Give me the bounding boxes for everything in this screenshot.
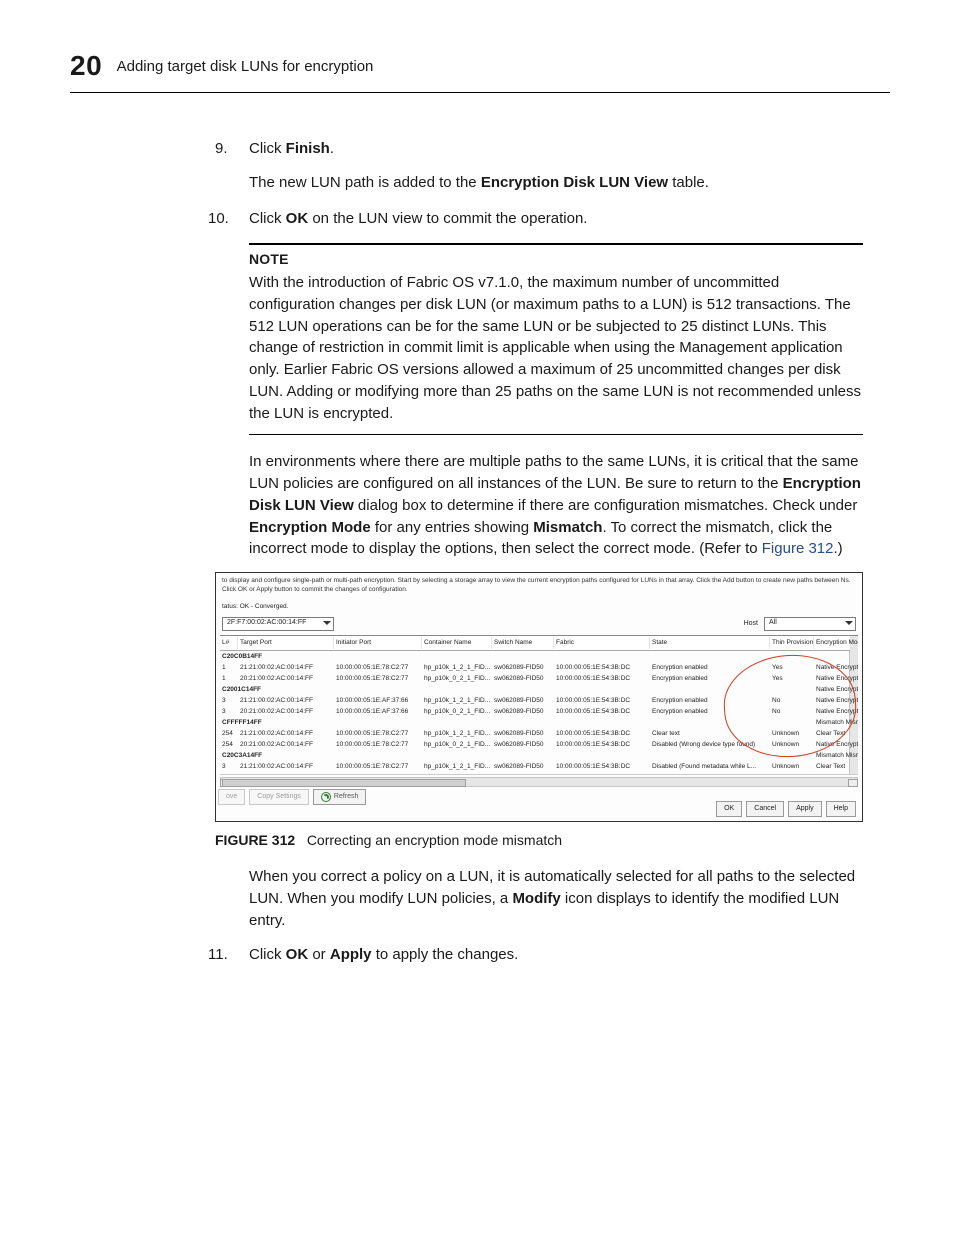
refresh-icon	[321, 792, 331, 802]
scroll-right-icon[interactable]	[848, 779, 858, 787]
modify-icon-paragraph: When you correct a policy on a LUN, it i…	[249, 866, 863, 931]
dialog-intro-text: to display and configure single-path or …	[222, 577, 856, 595]
host-dropdown[interactable]: All	[764, 617, 856, 631]
column-header[interactable]: Fabric	[554, 637, 650, 648]
column-header[interactable]: Thin Provision LUN	[770, 637, 814, 648]
column-header[interactable]: Initiator Port	[334, 637, 422, 648]
scrollbar-thumb[interactable]	[222, 779, 466, 787]
column-header[interactable]: Target Port	[238, 637, 334, 648]
ok-button[interactable]: OK	[716, 801, 742, 817]
storage-array-dropdown[interactable]: 2F:F7:00:02:AC:00:14:FF	[222, 617, 334, 631]
note-body: With the introduction of Fabric OS v7.1.…	[249, 272, 863, 424]
chevron-down-icon	[845, 621, 853, 629]
note-heading: NOTE	[249, 251, 863, 268]
table-header-row: L#Target PortInitiator PortContainer Nam…	[220, 636, 850, 651]
table-group-row: C20C3A14FFMismatch Mismatch	[220, 750, 850, 761]
step-9-sub: The new LUN path is added to the Encrypt…	[249, 172, 863, 194]
column-header[interactable]: Encryption Mode	[814, 637, 858, 648]
step-11: Click OK or Apply to apply the changes.	[208, 944, 856, 966]
table-row[interactable]: 321:21:00:02:AC:00:14:FF10:00:00:05:1E:7…	[220, 761, 850, 772]
column-header[interactable]: State	[650, 637, 770, 648]
running-head: 20 Adding target disk LUNs for encryptio…	[70, 52, 890, 93]
column-header[interactable]: Container Name	[422, 637, 492, 648]
mismatch-paragraph: In environments where there are multiple…	[249, 451, 863, 560]
table-group-row: CFFFFF14FFMismatch Mismatch	[220, 717, 850, 728]
table-row[interactable]: 320:21:00:02:AC:00:14:FF10:00:00:05:1E:7…	[220, 772, 850, 775]
chapter-title: Adding target disk LUNs for encryption	[117, 59, 374, 74]
table-row[interactable]: 25420:21:00:02:AC:00:14:FF10:00:00:05:1E…	[220, 739, 850, 750]
encryption-lun-view-screenshot: to display and configure single-path or …	[215, 572, 863, 822]
horizontal-scrollbar[interactable]	[220, 777, 858, 787]
table-row[interactable]: 320:21:00:02:AC:00:14:FF10:00:00:05:1E:A…	[220, 706, 850, 717]
body-column: Click Finish. The new LUN path is added …	[215, 138, 863, 977]
cancel-button[interactable]: Cancel	[746, 801, 784, 817]
remove-button[interactable]: ove	[218, 789, 245, 805]
figure-312-link[interactable]: Figure 312	[762, 540, 834, 557]
table-row[interactable]: 25421:21:00:02:AC:00:14:FF10:00:00:05:1E…	[220, 728, 850, 739]
bottom-left-buttons: ove Copy Settings Refresh	[218, 789, 366, 805]
column-header[interactable]: L#	[220, 637, 238, 648]
table-group-row: C20C0B14FF	[220, 651, 850, 662]
chapter-number: 20	[70, 50, 102, 81]
table-row[interactable]: 321:21:00:02:AC:00:14:FF10:00:00:05:1E:A…	[220, 695, 850, 706]
lun-table: L#Target PortInitiator PortContainer Nam…	[220, 635, 858, 775]
chevron-down-icon	[323, 621, 331, 629]
figure-312-caption: FIGURE 312 Correcting an encryption mode…	[215, 830, 863, 850]
note-block: NOTE With the introduction of Fabric OS …	[249, 243, 863, 435]
table-group-row: C2001C14FFNative Encryption Mismatch	[220, 684, 850, 695]
column-header[interactable]: Switch Name	[492, 637, 554, 648]
help-button[interactable]: Help	[826, 801, 856, 817]
refresh-button[interactable]: Refresh	[313, 789, 367, 805]
host-label: Host	[744, 620, 758, 628]
bottom-right-buttons: OK Cancel Apply Help	[716, 801, 856, 817]
apply-button[interactable]: Apply	[788, 801, 822, 817]
copy-settings-button[interactable]: Copy Settings	[249, 789, 309, 805]
table-row[interactable]: 121:21:00:02:AC:00:14:FF10:00:00:05:1E:7…	[220, 662, 850, 673]
table-row[interactable]: 120:21:00:02:AC:00:14:FF10:00:00:05:1E:7…	[220, 673, 850, 684]
step-9: Click Finish.	[215, 138, 863, 160]
step-10: Click OK on the LUN view to commit the o…	[208, 208, 856, 230]
dialog-status: tatus: OK - Converged.	[222, 603, 288, 610]
